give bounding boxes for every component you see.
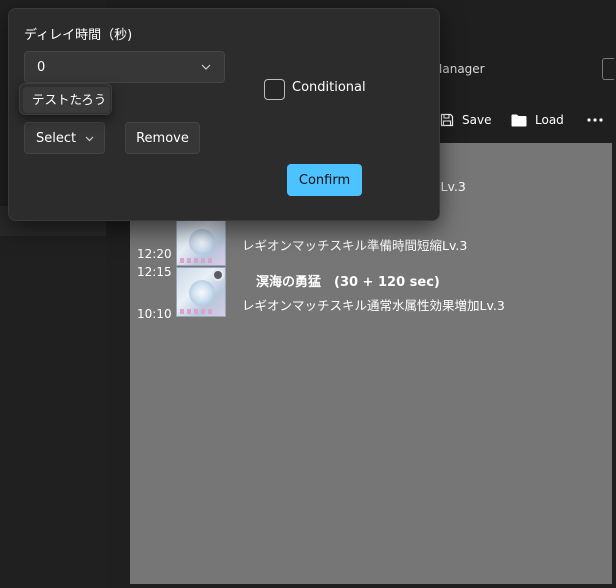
load-label: Load: [535, 113, 564, 127]
skill-emblem-icon: [189, 229, 215, 255]
edit-flyout: ディレイ時間（秒) 0 Conditional Select Remove Co…: [8, 8, 440, 221]
delay-value: 0: [37, 60, 46, 75]
rarity-stars-icon: [180, 309, 214, 314]
chevron-down-icon: [201, 64, 211, 70]
skill-thumbnail: [176, 267, 226, 317]
skill-description: レギオンマッチスキル通常水属性効果増加Lv.3: [242, 298, 505, 313]
window-control-partial[interactable]: [602, 58, 614, 80]
conditional-checkbox[interactable]: [264, 79, 285, 100]
delay-label: ディレイ時間（秒): [24, 28, 133, 43]
save-label: Save: [462, 113, 492, 127]
more-options-icon[interactable]: [586, 116, 604, 124]
start-time: 12:15: [137, 265, 172, 279]
suggestion-popup: テストたろう: [19, 83, 112, 115]
save-button[interactable]: Save: [440, 110, 491, 130]
element-badge-icon: [212, 269, 224, 281]
skill-description: レギオンマッチスキル準備時間短縮Lv.3: [242, 238, 468, 253]
rarity-stars-icon: [180, 258, 214, 263]
remove-button[interactable]: Remove: [125, 122, 200, 154]
suggestion-item[interactable]: テストたろう: [23, 87, 110, 113]
skill-name: 溟海の勇猛 (30 + 120 sec): [256, 275, 440, 290]
folder-icon: [511, 114, 527, 127]
end-time: 12:20: [137, 247, 172, 261]
conditional-label[interactable]: Conditional: [292, 80, 366, 95]
select-label: Select: [36, 130, 77, 146]
end-time: 10:10: [137, 307, 172, 321]
confirm-button[interactable]: Confirm: [287, 164, 362, 196]
chevron-down-icon: [85, 136, 94, 142]
save-icon: [440, 113, 454, 127]
skill-thumbnail: [176, 216, 226, 266]
load-button[interactable]: Load: [511, 110, 564, 130]
skill-emblem-icon: [189, 280, 215, 306]
delay-combobox[interactable]: 0: [24, 51, 225, 83]
timeline-row[interactable]: 12:15 溟海の勇猛 (30 + 120 sec) レギオンマッチスキル通常水…: [130, 265, 612, 325]
select-dropdown-button[interactable]: Select: [24, 122, 105, 154]
